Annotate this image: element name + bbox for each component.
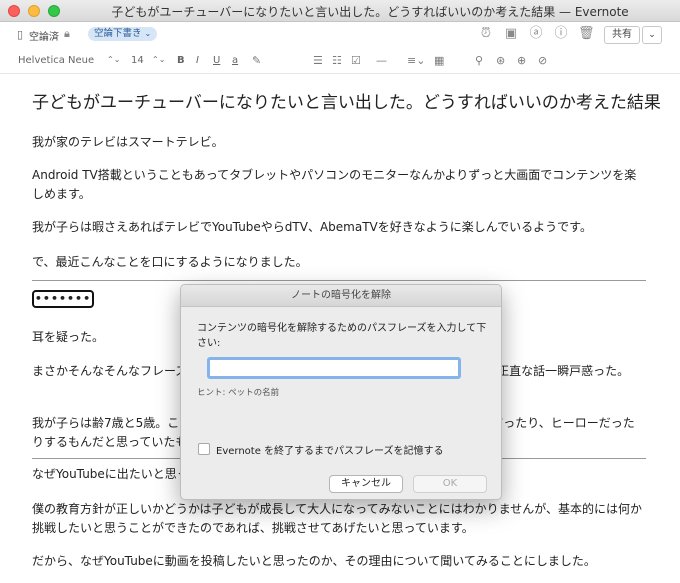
link-icon[interactable]: ⊛ (496, 54, 505, 67)
trash-icon[interactable]: 🗑︎ (578, 26, 595, 42)
cancel-button[interactable]: キャンセル (329, 475, 403, 493)
share-dropdown-button[interactable]: ⌄ (642, 26, 662, 44)
horizontal-rule (32, 280, 646, 281)
dialog-message: コンテンツの暗号化を解除するためのパスフレーズを入力して下さい: (197, 323, 487, 349)
reminder-icon[interactable]: ⏰︎ (478, 26, 494, 42)
italic-button[interactable]: I (196, 55, 199, 66)
tag-label: 空論下書き (94, 28, 142, 39)
note-title[interactable]: 子どもがユーチューバーになりたいと言い出した。どうすればいいのか考えた結果 (32, 88, 661, 113)
font-family-stepper-icon[interactable]: ⌃⌄ (107, 55, 120, 64)
font-family-select[interactable]: Helvetica Neue (18, 55, 94, 66)
bullet-list-icon[interactable]: ☰ (313, 54, 323, 67)
remember-passphrase-label[interactable]: Evernote を終了するまでパスフレーズを記憶する (216, 442, 444, 457)
info-icon[interactable]: ⓘ (553, 26, 569, 42)
minimize-window-button[interactable] (28, 5, 40, 17)
ok-button[interactable]: OK (413, 475, 487, 493)
window-title: 子どもがユーチューバーになりたいと言い出した。どうすればいいのか考えた結果 — … (111, 5, 629, 19)
remember-passphrase-checkbox[interactable] (198, 443, 210, 455)
note-paragraph[interactable]: 僕の教育方針が正しいかどうかは子どもが成長して大人になってみないことにはわかりま… (32, 500, 642, 538)
note-paragraph[interactable]: 我が家のテレビはスマートテレビ。 (32, 133, 642, 152)
font-size-select[interactable]: 14 (131, 55, 144, 66)
evernote-window: 子どもがユーチューバーになりたいと言い出した。どうすればいいのか考えた結果 — … (0, 0, 680, 583)
format-toolbar: Helvetica Neue ⌃⌄ 14 ⌃⌄ B I U a ✎ ☰ ☷ ☑ … (0, 48, 680, 74)
note-paragraph[interactable]: 我が子らは暇さえあればテレビでYouTubeやらdTV、AbemaTVを好きなよ… (32, 218, 642, 237)
more-icon[interactable]: ⊘ (538, 54, 547, 67)
table-icon[interactable]: ▦ (434, 54, 444, 67)
note-paragraph[interactable]: Android TV搭載ということもあってタブレットやパソコンのモニターなんかよ… (32, 166, 642, 204)
notebook-icon[interactable]: ▯ (17, 28, 23, 41)
font-size-stepper-icon[interactable]: ⌃⌄ (152, 55, 165, 64)
tag-chip[interactable]: 空論下書き ⌄ (88, 27, 158, 41)
numbered-list-icon[interactable]: ☷ (332, 54, 342, 67)
encrypt-icon[interactable]: ⊕ (517, 54, 526, 67)
highlighter-icon[interactable]: ✎ (252, 54, 261, 67)
share-button[interactable]: 共有 (604, 26, 640, 44)
lock-icon[interactable]: 🔒︎ (64, 27, 70, 41)
notebook-selector[interactable]: 空論済 (29, 28, 59, 43)
passphrase-input[interactable] (207, 357, 461, 379)
presentation-icon[interactable]: ▣ (503, 26, 519, 42)
zoom-window-button[interactable] (48, 5, 60, 17)
note-paragraph[interactable]: で、最近こんなことを口にするようになりました。 (32, 253, 642, 272)
note-paragraph[interactable]: だから、なぜYouTubeに動画を投稿したいと思ったのか、その理由について聞いて… (32, 552, 642, 571)
at-icon[interactable]: ⓐ (528, 26, 544, 42)
bold-button[interactable]: B (177, 55, 185, 66)
dialog-title: ノートの暗号化を解除 (181, 285, 501, 307)
divider-icon[interactable]: — (376, 54, 387, 67)
passphrase-hint: ヒント: ペットの名前 (197, 388, 280, 398)
decrypt-note-dialog: ノートの暗号化を解除 コンテンツの暗号化を解除するためのパスフレーズを入力して下… (180, 284, 502, 500)
encrypted-text-block[interactable]: ••••••• (32, 290, 94, 308)
checkbox-icon[interactable]: ☑ (351, 54, 361, 67)
note-toolbar: ▯ 空論済 🔒︎ 空論下書き ⌄ ⏰︎ ▣ ⓐ ⓘ 🗑︎ 共有 ⌄ (0, 22, 680, 48)
attachment-icon[interactable]: ⚲ (475, 54, 483, 67)
text-color-button[interactable]: a (232, 55, 238, 66)
close-window-button[interactable] (8, 5, 20, 17)
chevron-down-icon: ⌄ (144, 29, 152, 38)
align-icon[interactable]: ≡⌄ (407, 54, 425, 67)
title-bar: 子どもがユーチューバーになりたいと言い出した。どうすればいいのか考えた結果 — … (0, 0, 680, 22)
underline-button[interactable]: U (213, 55, 220, 66)
